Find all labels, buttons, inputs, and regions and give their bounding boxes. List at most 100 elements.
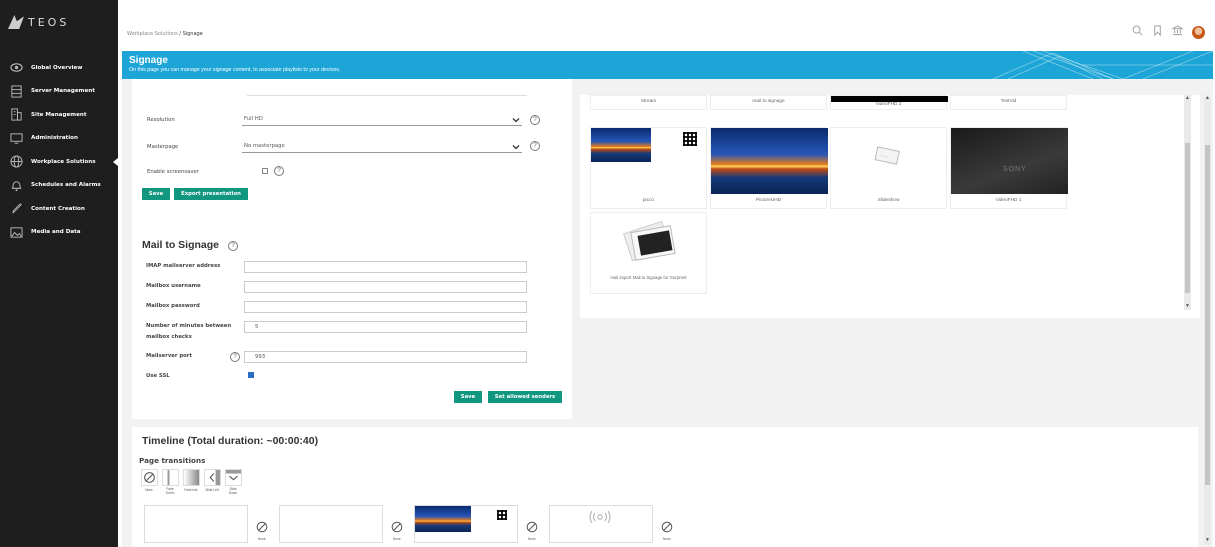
- masterpage-help-icon[interactable]: ?: [530, 141, 540, 151]
- sidebar-item-label: Workplace Solutions: [31, 158, 96, 165]
- page-title: Signage: [129, 55, 168, 66]
- page-banner: Signage On this page you can manage your…: [122, 51, 1213, 79]
- sidebar-item-label: Schedules and Alarms: [31, 182, 101, 189]
- minutes-input[interactable]: 5: [244, 321, 527, 333]
- media-tile-picco[interactable]: picco: [590, 127, 707, 209]
- media-tile-testvid[interactable]: TestVid: [950, 95, 1067, 110]
- media-tile-caption: picco: [642, 198, 655, 203]
- sidebar-item-content-creation[interactable]: Content Creation: [0, 197, 118, 221]
- media-tile-caption: PictureUHD: [755, 198, 782, 203]
- media-tile-caption: Stream: [640, 99, 657, 104]
- save-button[interactable]: Save: [142, 188, 170, 200]
- masterpage-label: Masterpage: [147, 144, 179, 150]
- settings-card: Resolution Full HD ? Masterpage No maste…: [132, 79, 572, 419]
- media-tile-mail-to-signage[interactable]: mail to signage: [710, 95, 827, 110]
- sidebar-item-schedules-and-alarms[interactable]: Schedules and Alarms: [0, 174, 118, 198]
- media-tile-caption: VideoFHD 2: [875, 102, 902, 107]
- mailbox-username-label: Mailbox username: [146, 283, 201, 289]
- media-tile-pictureuhd[interactable]: PictureUHD: [710, 127, 828, 209]
- eye-icon: [9, 61, 23, 75]
- timeline-slide-2[interactable]: [279, 505, 383, 543]
- masterpage-select[interactable]: No masterpage: [242, 141, 522, 153]
- imap-input[interactable]: [244, 261, 527, 273]
- use-ssl-checkbox[interactable]: [248, 372, 254, 378]
- sidebar-item-workplace-solutions[interactable]: Workplace Solutions: [0, 150, 118, 174]
- sidebar-item-site-management[interactable]: Site Management: [0, 103, 118, 127]
- none-icon[interactable]: [256, 521, 268, 533]
- scroll-thumb[interactable]: [1185, 143, 1190, 293]
- page-scrollbar[interactable]: ▲ ▼: [1204, 95, 1211, 545]
- minutes-label-line1: Number of minutes between: [146, 323, 232, 329]
- sidebar-item-media-and-data[interactable]: Media and Data: [0, 221, 118, 245]
- page-subtitle: On this page you can manage your signage…: [129, 67, 341, 73]
- bank-icon[interactable]: [1171, 23, 1184, 41]
- timeline-slide-4[interactable]: [549, 505, 653, 543]
- avatar[interactable]: [1192, 25, 1205, 39]
- transition-fade-out-in-label-2: Out/In: [165, 491, 175, 495]
- sidebar-item-global-overview[interactable]: Global Overview: [0, 56, 118, 80]
- none-icon[interactable]: [661, 521, 673, 533]
- resolution-help-icon[interactable]: ?: [530, 115, 540, 125]
- none-icon[interactable]: [391, 521, 403, 533]
- timeline-slide-3[interactable]: [414, 505, 518, 543]
- media-tile-videofhd-1[interactable]: SONY VideoFHD 1: [950, 127, 1068, 209]
- page-scroll-down-arrow[interactable]: ▼: [1204, 537, 1211, 543]
- mail-import-thumbnail-icon: [623, 220, 676, 262]
- mailbox-username-input[interactable]: [244, 281, 527, 293]
- chevron-down-icon: [226, 470, 241, 481]
- media-tile-videofhd-2[interactable]: VideoFHD 2: [830, 95, 948, 110]
- resolution-value: Full HD: [244, 116, 263, 122]
- picco-thumbnail-image: [591, 128, 651, 162]
- page-transitions-title: Page transitions: [139, 456, 206, 465]
- none-label: None: [258, 537, 266, 541]
- qr-code-image: [497, 510, 507, 520]
- breadcrumb-parent-link[interactable]: Workplace Solutions: [127, 31, 178, 37]
- media-tile-mail-import[interactable]: mail import Mail to Signage for Gurpreet: [590, 212, 707, 294]
- scroll-down-arrow[interactable]: ▼: [1184, 303, 1191, 309]
- none-icon: [144, 472, 155, 483]
- page-scroll-thumb[interactable]: [1205, 145, 1210, 485]
- mail-save-button[interactable]: Save: [454, 391, 482, 403]
- transition-fade-out-in[interactable]: [162, 469, 179, 486]
- screensaver-help-icon[interactable]: ?: [274, 166, 284, 176]
- transition-slide-down[interactable]: [225, 469, 242, 486]
- qr-code-image: [683, 132, 697, 146]
- server-icon: [9, 84, 23, 98]
- globe-icon: [9, 155, 23, 169]
- mailserver-port-input[interactable]: 993: [244, 351, 527, 363]
- timeline-card: Timeline (Total duration: ~00:00:40) Pag…: [132, 427, 1198, 547]
- mail-help-icon[interactable]: ?: [228, 241, 238, 251]
- sidebar-item-label: Server Management: [31, 88, 95, 95]
- page-scroll-up-arrow[interactable]: ▲: [1204, 95, 1211, 101]
- chevron-down-icon: [512, 118, 520, 123]
- none-label: None: [528, 537, 536, 541]
- image-icon: [9, 225, 23, 239]
- use-ssl-label: Use SSL: [146, 373, 170, 379]
- export-presentation-button[interactable]: Export presentation: [174, 188, 248, 200]
- timeline-slide-1[interactable]: [144, 505, 248, 543]
- resolution-select[interactable]: Full HD: [242, 114, 522, 126]
- mailbox-password-label: Mailbox password: [146, 303, 200, 309]
- gallery-scrollbar[interactable]: ▲ ▼: [1184, 95, 1191, 310]
- screensaver-checkbox[interactable]: [262, 168, 268, 174]
- transition-none[interactable]: [141, 469, 158, 486]
- teos-logo[interactable]: TEOS: [8, 15, 69, 29]
- sidebar-item-server-management[interactable]: Server Management: [0, 80, 118, 104]
- logo-mark-icon: [8, 15, 24, 29]
- transition-slide-left[interactable]: [204, 469, 221, 486]
- transition-fade-into[interactable]: [183, 469, 200, 486]
- set-allowed-senders-button[interactable]: Set allowed senders: [488, 391, 562, 403]
- scroll-up-arrow[interactable]: ▲: [1184, 95, 1191, 101]
- mailbox-password-input[interactable]: [244, 301, 527, 313]
- sidebar-item-administration[interactable]: Administration: [0, 127, 118, 151]
- media-tile-slideshow[interactable]: • • • Slideshow: [830, 127, 947, 209]
- top-input-edge: [247, 95, 527, 96]
- stream-icon: [589, 510, 611, 524]
- timeline-title: Timeline (Total duration: ~00:00:40): [142, 435, 319, 447]
- search-icon[interactable]: [1132, 23, 1143, 41]
- bookmark-icon[interactable]: [1152, 23, 1163, 41]
- port-help-icon[interactable]: ?: [230, 352, 240, 362]
- none-icon[interactable]: [526, 521, 538, 533]
- masterpage-value: No masterpage: [244, 143, 285, 149]
- media-tile-stream[interactable]: Stream: [590, 95, 707, 110]
